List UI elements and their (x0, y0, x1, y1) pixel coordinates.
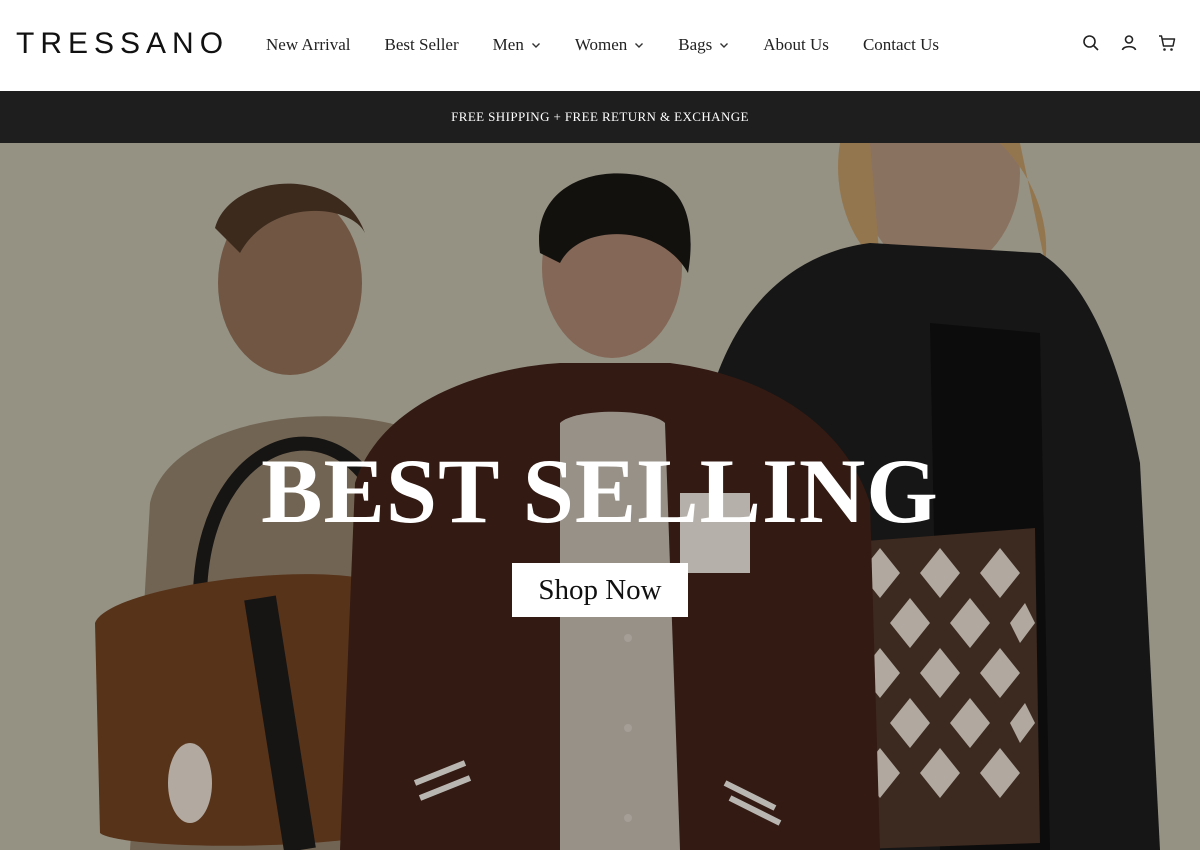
nav-label: Bags (678, 35, 713, 54)
chevron-down-icon (634, 40, 644, 50)
hero-banner: BEST SELLING Shop Now (0, 143, 1200, 850)
nav-label: Men (492, 35, 524, 54)
nav-label: Women (574, 35, 628, 54)
nav-label: New Arrival (266, 35, 351, 54)
main-nav: New Arrival Best Seller Men Women Bags A… (266, 33, 973, 57)
announcement-bar: FREE SHIPPING + FREE RETURN & EXCHANGE (0, 91, 1200, 143)
account-icon[interactable] (1120, 34, 1138, 52)
chevron-down-icon (719, 40, 729, 50)
nav-label: About Us (763, 35, 829, 54)
nav-item-new-arrival[interactable]: New Arrival (266, 33, 351, 57)
nav-item-about-us[interactable]: About Us (763, 33, 829, 57)
nav-item-bags[interactable]: Bags (678, 33, 729, 57)
shop-now-button[interactable]: Shop Now (512, 563, 688, 617)
site-header: TRESSANO New Arrival Best Seller Men Wom… (0, 0, 1200, 90)
nav-item-men[interactable]: Men (493, 33, 541, 57)
chevron-down-icon (531, 40, 541, 50)
nav-label: Contact Us (862, 35, 939, 54)
search-icon[interactable] (1082, 34, 1100, 52)
nav-item-women[interactable]: Women (575, 33, 644, 57)
nav-label: Best Seller (384, 35, 459, 54)
nav-item-contact-us[interactable]: Contact Us (863, 33, 939, 57)
hero-title: BEST SELLING (261, 440, 939, 542)
cart-icon[interactable] (1158, 34, 1176, 52)
nav-item-best-seller[interactable]: Best Seller (385, 33, 459, 57)
header-icons (1082, 34, 1176, 52)
brand-logo[interactable]: TRESSANO (16, 27, 229, 61)
